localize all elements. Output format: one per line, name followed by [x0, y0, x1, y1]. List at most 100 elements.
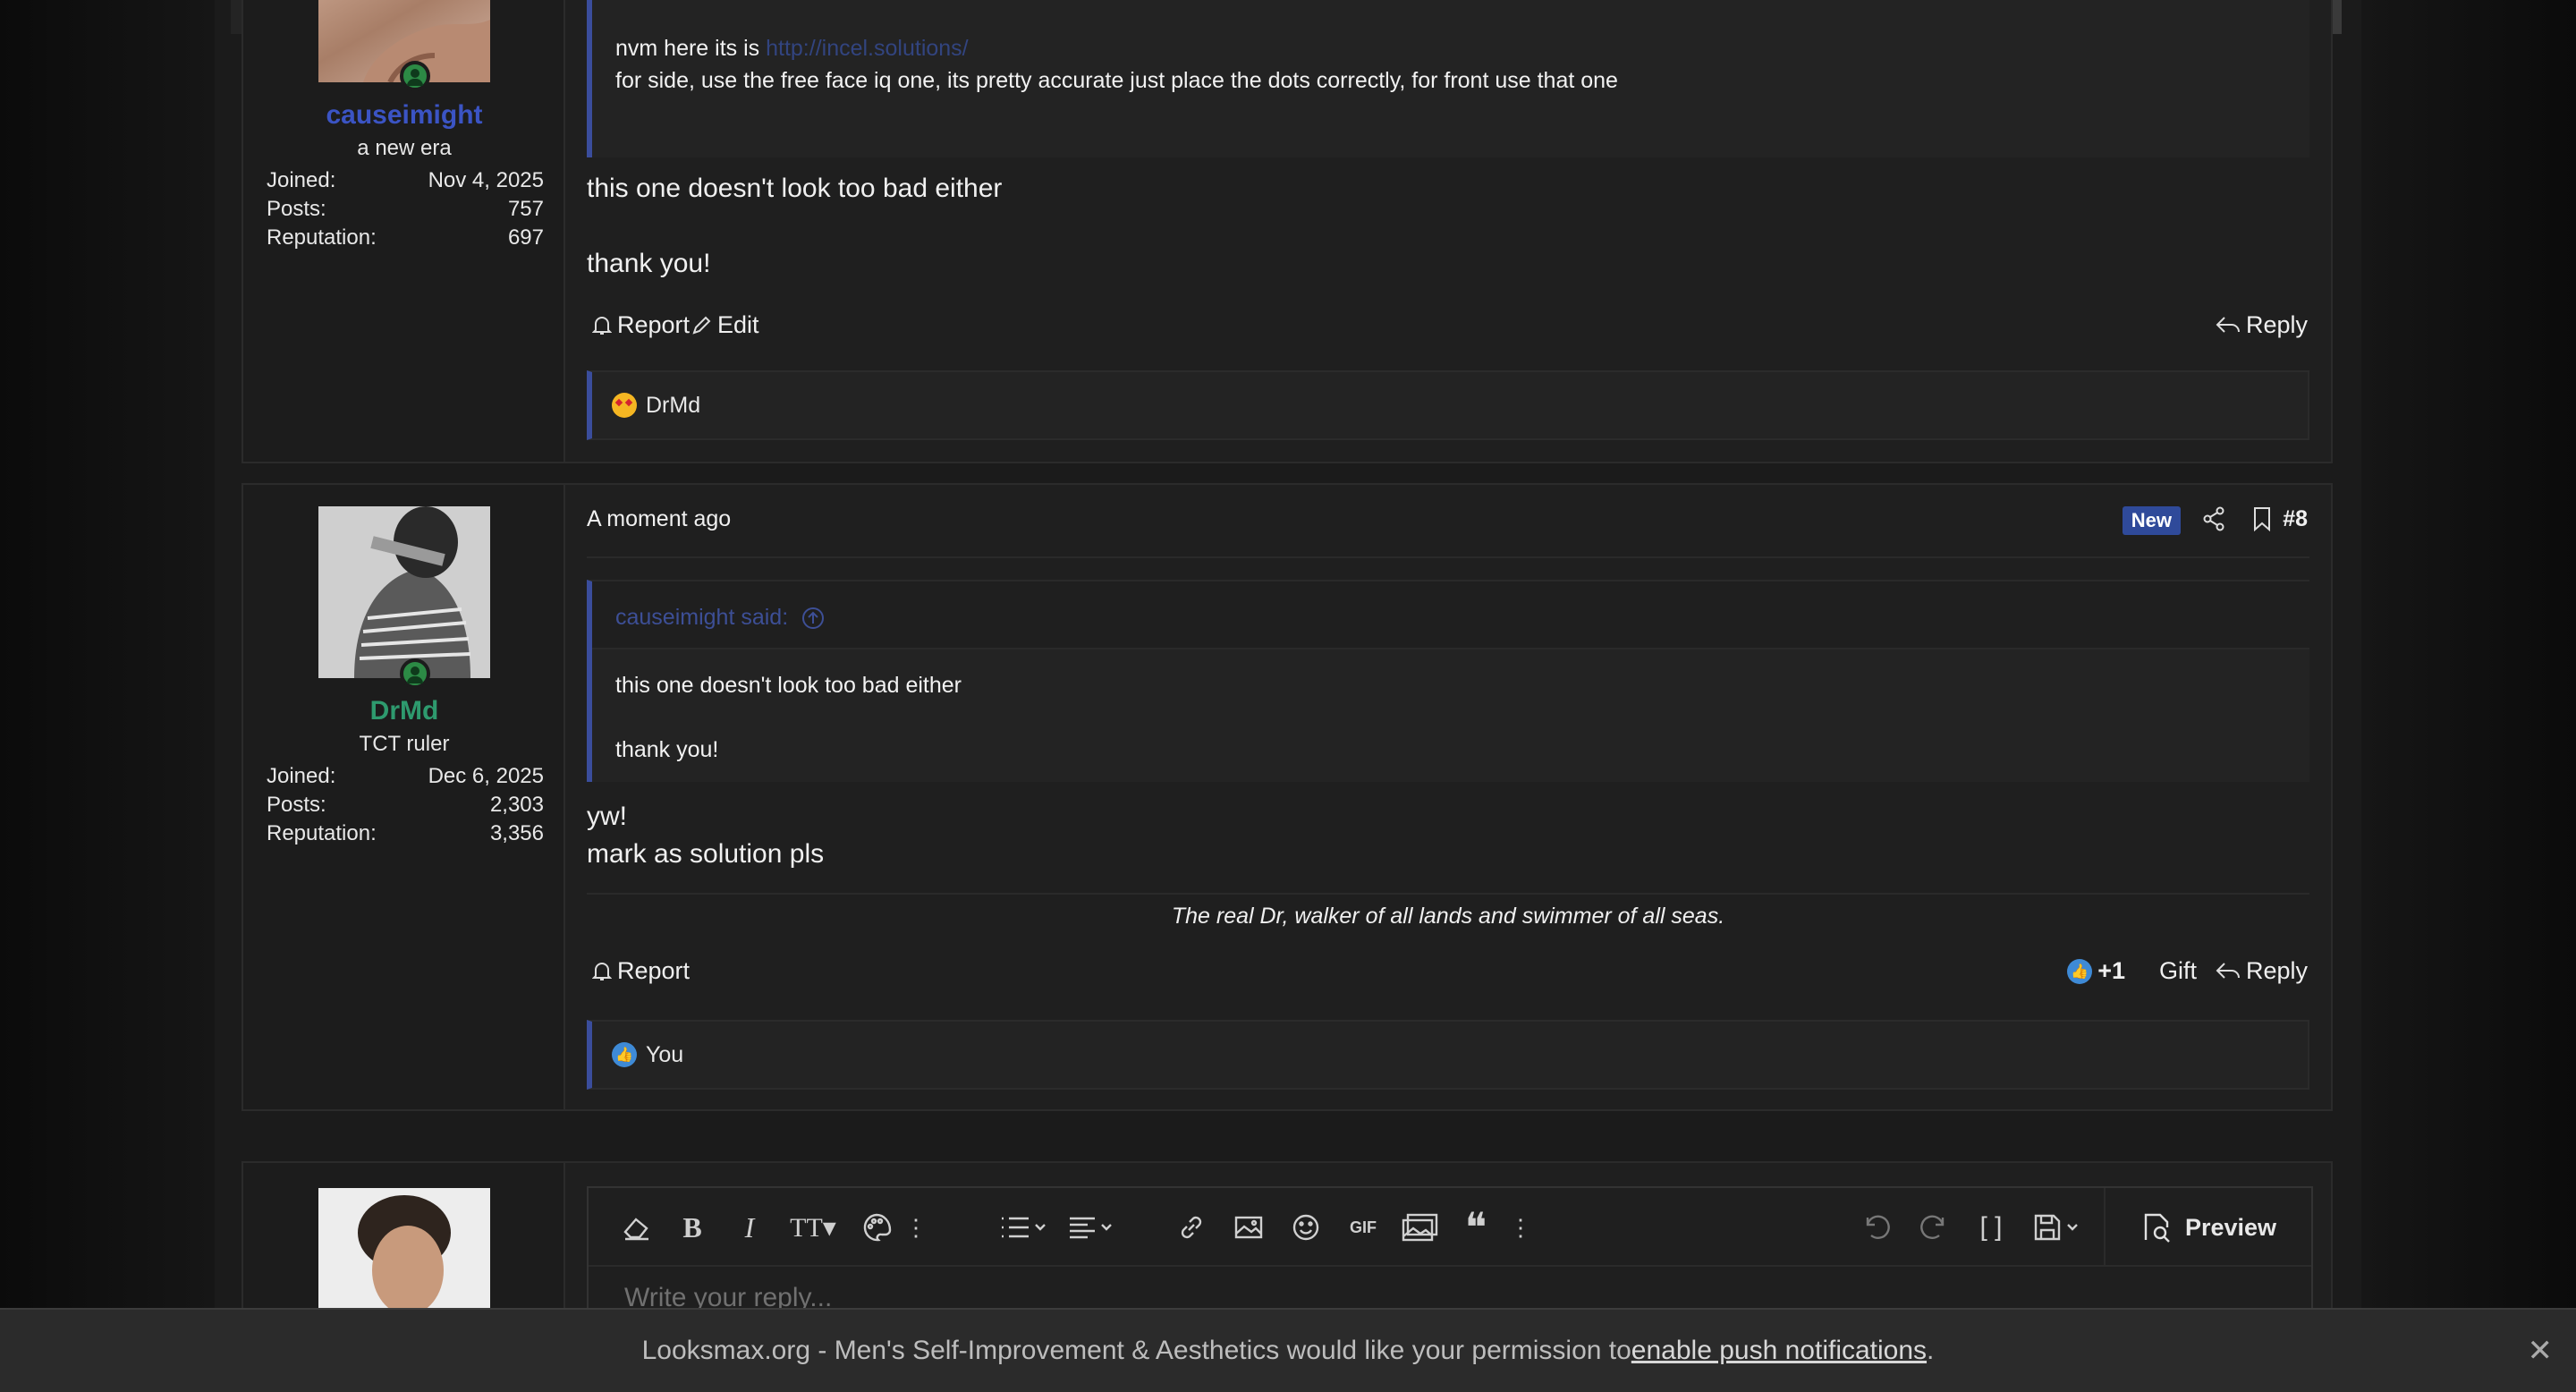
divider	[587, 556, 2309, 558]
quote-line: this one doesn't look too bad either	[615, 673, 962, 698]
palette-icon[interactable]	[857, 1210, 896, 1245]
redo-icon[interactable]	[1916, 1210, 1952, 1245]
post-drmd: DrMd TCT ruler Joined: Dec 6, 2025 Posts…	[242, 483, 2333, 1111]
report-label: Report	[617, 957, 691, 984]
more-options-icon[interactable]: ⋮	[904, 1210, 928, 1245]
stat-posts: Posts: 757	[267, 197, 544, 222]
preview-button[interactable]: Preview	[2104, 1188, 2311, 1267]
reply-label: Reply	[2245, 311, 2308, 338]
list-icon[interactable]	[996, 1210, 1050, 1245]
stat-label: Posts:	[267, 793, 326, 817]
reply-button[interactable]: Reply	[2216, 311, 2308, 339]
signature: The real Dr, walker of all lands and swi…	[587, 893, 2309, 929]
gif-icon[interactable]: GIF	[1345, 1210, 1381, 1245]
stat-value: 697	[507, 225, 544, 250]
stat-posts: Posts: 2,303	[267, 793, 544, 818]
preview-icon	[2144, 1213, 2170, 1243]
online-status-icon	[400, 658, 430, 689]
stat-label: Joined:	[267, 168, 336, 192]
editor-toolbar: B I TT▾ ⋮ GIF ❝ ⋮ [] Preview	[589, 1188, 2311, 1267]
post-timestamp[interactable]: A moment ago	[587, 506, 731, 532]
italic-icon[interactable]: I	[732, 1210, 767, 1245]
reaction-user[interactable]: You	[646, 1042, 683, 1068]
report-button[interactable]: Report	[592, 957, 690, 985]
stat-reputation: Reputation: 697	[267, 225, 544, 250]
quote-link[interactable]: http://incel.solutions/	[766, 36, 969, 61]
toggle-bbcode-icon[interactable]: [ ]	[1973, 1210, 2009, 1245]
preview-label: Preview	[2184, 1213, 2277, 1241]
quote-attribution[interactable]: causeimight said:	[592, 581, 2309, 649]
more-options-icon[interactable]: ⋮	[1509, 1210, 1532, 1245]
post-user-sidebar: DrMd TCT ruler Joined: Dec 6, 2025 Posts…	[243, 485, 565, 1109]
gift-button[interactable]: Gift	[2159, 957, 2197, 985]
quote-text: nvm here its is	[615, 36, 767, 61]
undo-icon[interactable]	[1859, 1210, 1894, 1245]
quote-block: nvm here its is http://incel.solutions/ …	[587, 0, 2309, 157]
reply-button[interactable]: Reply	[2216, 957, 2308, 985]
bell-icon	[592, 316, 612, 335]
post-body-line: yw!	[587, 802, 627, 831]
align-icon[interactable]	[1064, 1210, 1118, 1245]
quote-block: causeimight said: this one doesn't look …	[587, 580, 2309, 782]
post-causeimight: causeimight a new era Joined: Nov 4, 202…	[242, 0, 2333, 463]
notice-text: Looksmax.org - Men's Self-Improvement & …	[641, 1336, 1631, 1365]
reply-icon	[2216, 316, 2240, 333]
report-label: Report	[617, 311, 691, 338]
bold-icon[interactable]: B	[674, 1210, 710, 1245]
gift-label: Gift	[2158, 957, 2197, 984]
avatar[interactable]	[318, 506, 490, 678]
enable-push-link[interactable]: enable push notifications	[1631, 1336, 1927, 1366]
post-body-line: thank you!	[587, 249, 711, 278]
thumbs-up-icon: 👍	[2067, 958, 2093, 984]
stat-value: 757	[507, 197, 544, 221]
media-gallery-icon[interactable]	[1399, 1210, 1442, 1245]
post-number[interactable]: #8	[2283, 506, 2308, 532]
star-struck-emoji-icon	[612, 393, 637, 418]
reaction-user[interactable]: DrMd	[646, 393, 700, 419]
post-body-line: this one doesn't look too bad either	[587, 174, 1003, 203]
username[interactable]: DrMd	[243, 696, 565, 726]
reply-label: Reply	[2245, 957, 2308, 984]
post-main: nvm here its is http://incel.solutions/ …	[565, 0, 2331, 462]
push-notification-notice: Looksmax.org - Men's Self-Improvement & …	[0, 1308, 2576, 1392]
drafts-icon[interactable]	[2030, 1210, 2088, 1245]
stat-joined: Joined: Dec 6, 2025	[267, 764, 544, 789]
stat-label: Reputation:	[267, 821, 377, 845]
quote-line: thank you!	[615, 737, 719, 762]
quote-author[interactable]: causeimight said:	[615, 605, 788, 630]
stat-value: 3,356	[489, 821, 544, 845]
close-icon[interactable]: ✕	[2528, 1333, 2554, 1369]
post-user-sidebar: causeimight a new era Joined: Nov 4, 202…	[243, 0, 565, 462]
reaction-list[interactable]: 👍 You	[587, 1020, 2309, 1090]
emoji-icon[interactable]	[1288, 1210, 1324, 1245]
arrow-up-circle-icon[interactable]	[801, 607, 825, 630]
bookmark-icon[interactable]	[2252, 506, 2272, 531]
new-badge: New	[2122, 506, 2181, 535]
user-title: a new era	[357, 136, 452, 160]
page: causeimight a new era Joined: Nov 4, 202…	[0, 0, 2576, 1392]
username[interactable]: causeimight	[243, 100, 565, 131]
stat-reputation: Reputation: 3,356	[267, 821, 544, 846]
edit-button[interactable]: Edit	[691, 311, 759, 339]
text-size-icon[interactable]: TT▾	[782, 1210, 844, 1245]
avatar-image	[318, 506, 490, 678]
report-button[interactable]: Report	[592, 311, 690, 339]
link-icon[interactable]	[1174, 1210, 1209, 1245]
stat-value: Nov 4, 2025	[428, 168, 544, 192]
post-main: A moment ago New #8 causeimight said: th…	[565, 485, 2331, 1109]
eraser-icon[interactable]	[619, 1210, 655, 1245]
reaction-list[interactable]: DrMd	[587, 370, 2309, 440]
stat-value: Dec 6, 2025	[428, 764, 544, 788]
quote-line: for side, use the free face iq one, its …	[615, 68, 1618, 93]
edit-label: Edit	[717, 311, 759, 338]
notice-text-end: .	[1927, 1336, 1935, 1365]
like-button[interactable]: 👍 +1	[2067, 957, 2125, 985]
stat-label: Joined:	[267, 764, 336, 788]
reply-icon	[2216, 962, 2240, 979]
like-count: +1	[2097, 957, 2125, 984]
post-body-line: mark as solution pls	[587, 839, 825, 869]
share-icon[interactable]	[2202, 506, 2225, 531]
quote-icon[interactable]: ❝	[1458, 1205, 1494, 1251]
image-icon[interactable]	[1231, 1210, 1267, 1245]
thumbs-up-icon: 👍	[612, 1042, 637, 1067]
